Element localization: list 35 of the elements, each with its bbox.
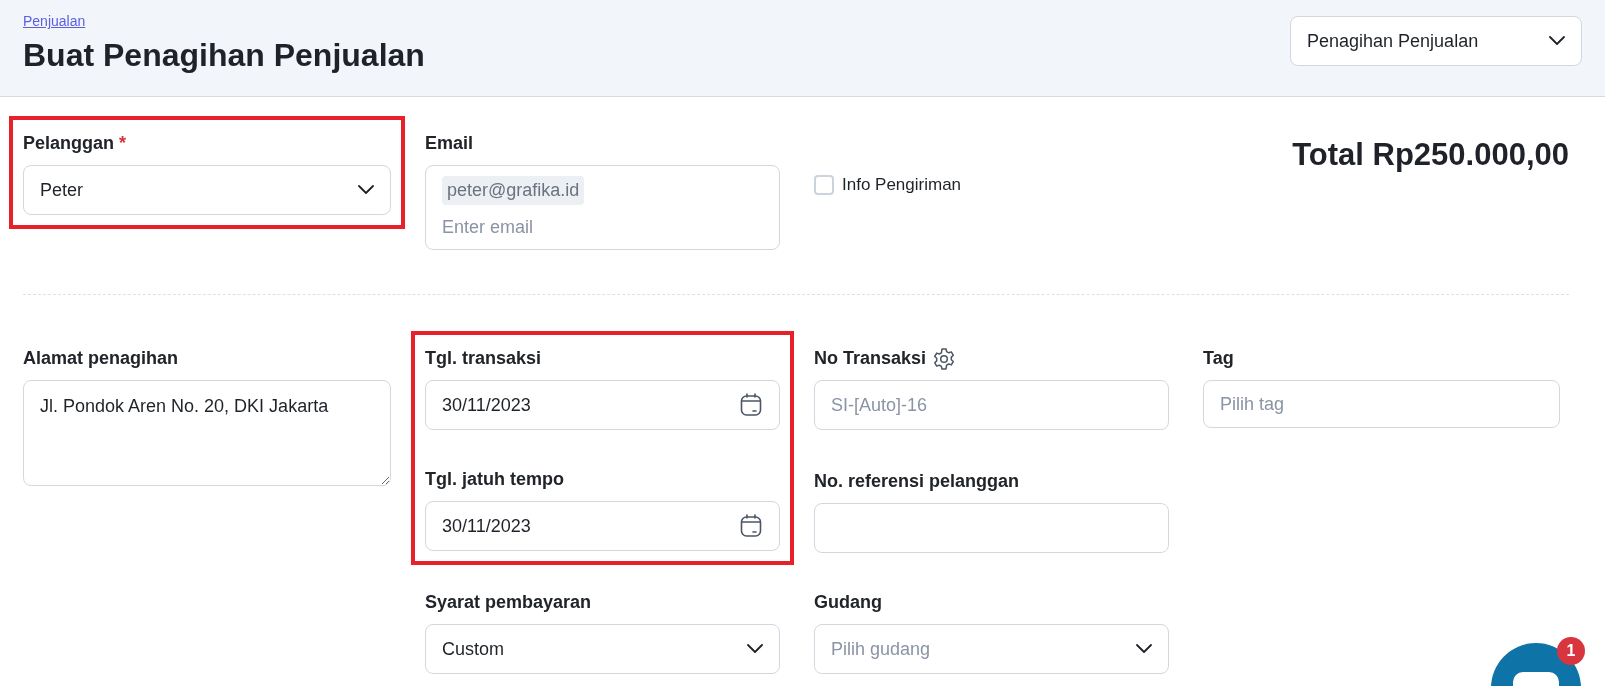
field-label: Tgl. jatuh tempo (425, 468, 564, 491)
email-chip: peter@grafika.id (442, 176, 585, 205)
chevron-icon (358, 185, 374, 195)
calendar-icon (740, 514, 762, 538)
chevron-icon (1549, 36, 1565, 46)
checkbox-label: Info Pengiriman (842, 174, 962, 196)
page-title: Buat Penagihan Penjualan (23, 35, 425, 74)
email-field[interactable]: peter@grafika.id Enter email (425, 165, 780, 250)
chevron-icon (747, 644, 763, 654)
chevron-icon (1136, 644, 1152, 654)
address-field[interactable]: Jl. Pondok Aren No. 20, DKI Jakarta (23, 380, 391, 486)
date-field[interactable]: 30/11/2023 (425, 501, 780, 551)
field-label: Gudang (814, 591, 882, 614)
type-dropdown[interactable]: Penagihan Penjualan (1290, 16, 1582, 66)
customer-dropdown[interactable]: Peter (23, 165, 391, 215)
field-label: Email (425, 132, 474, 155)
breadcrumb-link[interactable]: Penjualan (23, 13, 86, 29)
total-amount: Total Rp250.000,00 (1292, 136, 1569, 174)
reference-field[interactable] (814, 503, 1169, 553)
calendar-icon (740, 393, 762, 417)
transaction-number-field[interactable]: SI-[Auto]-16 (814, 380, 1169, 430)
date-field[interactable]: 30/11/2023 (425, 380, 780, 430)
checkbox[interactable] (814, 174, 834, 195)
field-label: No Transaksi (814, 347, 927, 370)
tag-field[interactable]: Pilih tag (1203, 380, 1560, 428)
field-label: No. referensi pelanggan (814, 470, 1020, 493)
field-label: Syarat pembayaran (425, 591, 592, 614)
chat-icon (1511, 670, 1561, 686)
settings-icon[interactable] (932, 346, 957, 371)
field-label: Tgl. transaksi (425, 347, 542, 370)
field-label: Alamat penagihan (23, 347, 179, 370)
field-label: Tag (1203, 347, 1234, 370)
notification-badge: 1 (1557, 637, 1585, 665)
field-label: Pelanggan * (23, 132, 127, 155)
payment-terms-dropdown[interactable]: Custom (425, 624, 780, 674)
